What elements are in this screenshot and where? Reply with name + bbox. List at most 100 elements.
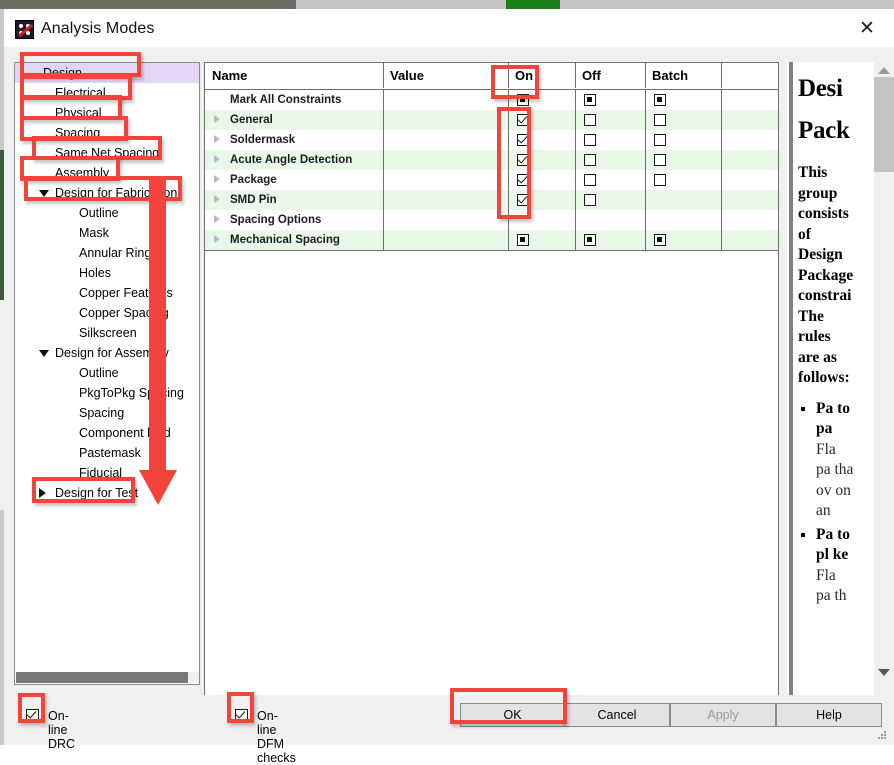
help-bullet-text: Fla pa th (816, 566, 847, 605)
apply-button[interactable]: Apply (670, 703, 776, 727)
help-vscroll-thumb[interactable] (874, 77, 894, 172)
tree-item-outline[interactable]: Outline (15, 203, 199, 223)
chevron-right-icon[interactable] (214, 235, 220, 243)
chevron-right-icon[interactable] (214, 115, 220, 123)
column-divider[interactable] (383, 63, 384, 88)
annotation-on-column-header (491, 65, 539, 99)
off-checkbox[interactable] (584, 114, 596, 126)
table-row[interactable]: Acute Angle Detection (205, 150, 778, 170)
cell-divider (383, 190, 384, 210)
off-checkbox[interactable] (584, 234, 596, 246)
batch-checkbox[interactable] (654, 174, 666, 186)
tree-item-pastemask[interactable]: Pastemask (15, 443, 199, 463)
row-name: Spacing Options (230, 214, 322, 226)
table-row[interactable]: Spacing Options (205, 210, 778, 230)
cell-divider (645, 210, 646, 230)
help-button[interactable]: Help (776, 703, 882, 727)
annotation-online-drc-checkbox (18, 693, 45, 723)
cell-divider (383, 110, 384, 130)
batch-checkbox[interactable] (654, 134, 666, 146)
cell-divider (383, 230, 384, 250)
column-header-name[interactable]: Name (205, 63, 247, 88)
constraints-table[interactable]: Name Value On Off Batch Mark All Constraints… (204, 62, 779, 717)
tree-item-label: Pastemask (79, 446, 141, 460)
column-divider[interactable] (645, 63, 646, 88)
cell-divider (645, 170, 646, 190)
tree-item-silkscreen[interactable]: Silkscreen (15, 323, 199, 343)
help-bullet-item: Pa to pa Fla pa tha ov on an (816, 399, 854, 522)
column-divider[interactable] (721, 63, 722, 88)
tree-item-label: Mask (79, 226, 109, 240)
cell-divider (575, 230, 576, 250)
help-bullet-list: Pa to pa Fla pa tha ov on anPa to pl ke … (798, 399, 854, 607)
off-checkbox[interactable] (584, 94, 596, 106)
table-row[interactable]: General (205, 110, 778, 130)
off-checkbox[interactable] (584, 194, 596, 206)
row-name: General (230, 114, 273, 126)
batch-checkbox[interactable] (654, 94, 666, 106)
help-vertical-scrollbar[interactable] (874, 62, 894, 702)
cell-divider (383, 150, 384, 170)
chevron-right-icon[interactable] (214, 155, 220, 163)
cell-divider (575, 130, 576, 150)
tree-item-copper-spacing[interactable]: Copper Spacing (15, 303, 199, 323)
off-checkbox[interactable] (584, 134, 596, 146)
cell-divider (575, 90, 576, 110)
tree-item-outline[interactable]: Outline (15, 363, 199, 383)
row-name: Mechanical Spacing (230, 234, 340, 246)
cell-divider (721, 150, 722, 170)
tree-item-mask[interactable]: Mask (15, 223, 199, 243)
table-row[interactable]: Mechanical Spacing (205, 230, 778, 250)
column-header-batch[interactable]: Batch (645, 63, 688, 88)
tree-item-component-lead[interactable]: Component lead (15, 423, 199, 443)
dialog-title: Analysis Modes (41, 20, 155, 37)
batch-checkbox[interactable] (654, 234, 666, 246)
table-row[interactable]: SMD Pin (205, 190, 778, 210)
help-bullet-title: Pa to pl ke (816, 525, 851, 564)
row-name: Mark All Constraints (230, 94, 342, 106)
tree-item-holes[interactable]: Holes (15, 263, 199, 283)
help-panel-splitter[interactable] (787, 62, 794, 717)
scroll-up-icon[interactable] (878, 67, 890, 74)
help-panel: Desi Pack This group consists of Design … (794, 62, 894, 717)
row-name: Soldermask (230, 134, 296, 146)
on-checkbox[interactable] (517, 234, 529, 246)
tree-item-annular-ring[interactable]: Annular Ring (15, 243, 199, 263)
tree-scrollbar-thumb[interactable] (16, 672, 188, 683)
column-header-value[interactable]: Value (383, 63, 424, 88)
tree-item-spacing[interactable]: Spacing (15, 403, 199, 423)
chevron-right-icon[interactable] (214, 135, 220, 143)
chevron-right-icon[interactable] (214, 215, 220, 223)
row-name: Package (230, 174, 277, 186)
tree-item-label: Outline (79, 366, 119, 380)
column-header-off[interactable]: Off (575, 63, 601, 88)
table-row[interactable]: Package (205, 170, 778, 190)
cancel-button[interactable]: Cancel (564, 703, 670, 727)
off-checkbox[interactable] (584, 154, 596, 166)
help-heading-line1: Desi (798, 75, 843, 102)
row-name: SMD Pin (230, 194, 277, 206)
help-bullet-text: Fla pa tha ov on an (816, 440, 854, 520)
chevron-down-icon[interactable] (39, 350, 49, 357)
cell-divider (645, 230, 646, 250)
cell-divider (575, 110, 576, 130)
tree-item-copper-features[interactable]: Copper Features (15, 283, 199, 303)
analysis-modes-icon (15, 20, 34, 39)
table-row[interactable]: Soldermask (205, 130, 778, 150)
chevron-right-icon[interactable] (214, 195, 220, 203)
tree-item-design-for-assembly[interactable]: Design for Assembly (15, 343, 199, 363)
scroll-down-icon[interactable] (878, 669, 890, 676)
column-divider[interactable] (575, 63, 576, 88)
tree-item-label: Silkscreen (79, 326, 137, 340)
chevron-right-icon[interactable] (214, 175, 220, 183)
cell-divider (383, 170, 384, 190)
cell-divider (721, 230, 722, 250)
tree-horizontal-scrollbar[interactable] (16, 672, 199, 683)
batch-checkbox[interactable] (654, 154, 666, 166)
off-checkbox[interactable] (584, 174, 596, 186)
close-icon[interactable]: ✕ (854, 19, 880, 41)
batch-checkbox[interactable] (654, 114, 666, 126)
tree-item-pkgtopkg-spacing[interactable]: PkgToPkg Spacing (15, 383, 199, 403)
tree-item-label: Holes (79, 266, 111, 280)
resize-grip-icon[interactable] (878, 731, 888, 741)
